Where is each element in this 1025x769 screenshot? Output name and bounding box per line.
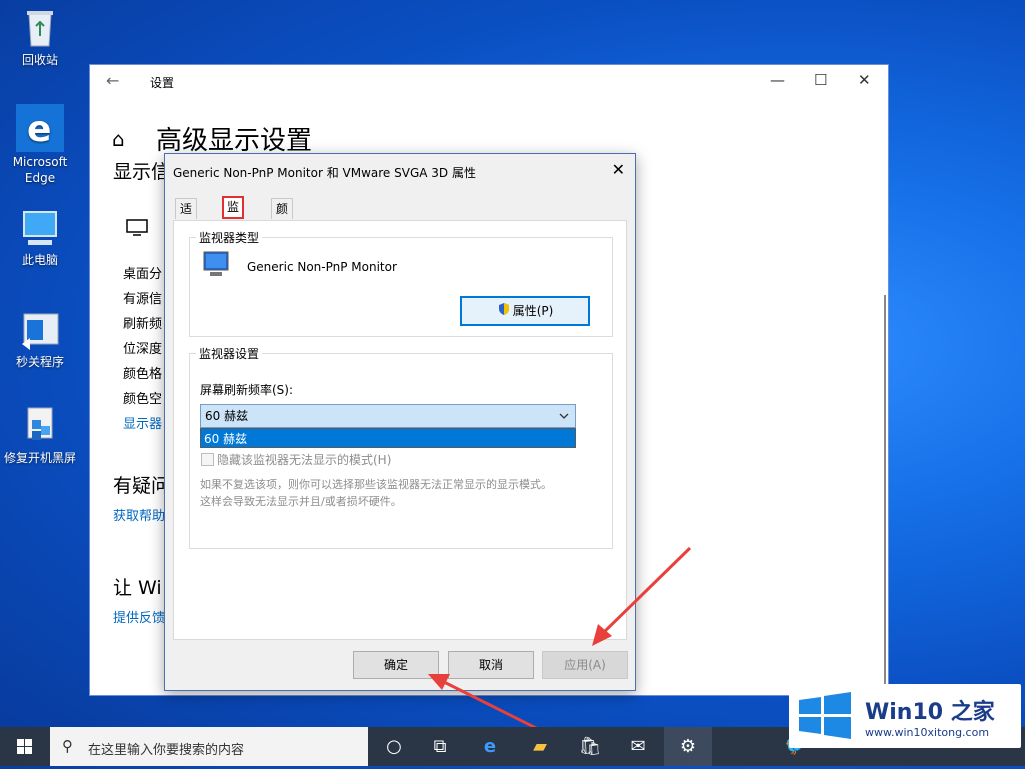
section-feedback: 让 Wi [113, 577, 162, 599]
search-placeholder: 在这里输入你要搜索的内容 [88, 743, 245, 758]
monitor-tab-panel: 监视器类型 Generic Non-PnP Monitor 属性(P) 监视器设… [173, 220, 627, 640]
refresh-rate-dropdown[interactable]: 60 赫兹 [200, 404, 576, 428]
info-item-color-format: 颜色格 [123, 367, 163, 382]
svg-text:e: e [27, 109, 51, 150]
taskbar-search-box[interactable]: ⚲ 在这里输入你要搜索的内容 [50, 727, 368, 766]
ok-button[interactable]: 确定 [353, 651, 439, 679]
program-window-icon [18, 308, 62, 352]
dialog-close-icon[interactable]: ✕ [612, 160, 625, 179]
section-display-info: 显示信 [113, 161, 171, 183]
info-item-color-space: 颜色空 [123, 392, 163, 407]
monitor-type-group: 监视器类型 Generic Non-PnP Monitor 属性(P) [189, 229, 613, 337]
windows-logo-icon [17, 739, 32, 754]
settings-window-title: 设置 [150, 76, 175, 90]
monitor-icon [126, 219, 150, 240]
tab-monitor[interactable]: 监视器 [222, 196, 245, 254]
refresh-rate-value: 60 赫兹 [205, 409, 249, 423]
edge-taskbar-icon[interactable]: e [466, 727, 514, 766]
store-icon[interactable]: 🛍 [566, 727, 614, 766]
hide-modes-checkbox[interactable] [201, 453, 214, 466]
info-item-refresh-rate: 刷新频 [123, 317, 163, 332]
watermark-url: www.win10xitong.com [865, 726, 990, 739]
close-icon[interactable]: ✕ [858, 71, 871, 89]
desktop-icon-label: 此电脑 [21, 253, 58, 267]
note-line-2: 这样会导致无法显示并且/或者损坏硬件。 [200, 495, 402, 508]
desktop-icon-repair-boot[interactable]: 修复开机黑屏 [0, 404, 80, 466]
monitor-properties-dialog: Generic Non-PnP Monitor 和 VMware SVGA 3D… [164, 153, 636, 691]
info-item-desktop-resolution: 桌面分 [123, 267, 163, 282]
monitor-name: Generic Non-PnP Monitor [247, 260, 397, 274]
windows-logo-watermark [795, 692, 855, 740]
computer-icon [18, 206, 62, 250]
tab-color-management[interactable]: 颜色管理 [271, 198, 294, 276]
give-feedback-link[interactable]: 提供反馈 [113, 607, 165, 626]
desktop-icon-label: 秒关程序 [15, 355, 64, 369]
dialog-title: Generic Non-PnP Monitor 和 VMware SVGA 3D… [173, 166, 476, 180]
cortana-icon[interactable]: ○ [370, 727, 418, 766]
monitor-display-icon [202, 250, 232, 283]
scrollbar[interactable] [884, 295, 886, 695]
info-item-active-signal: 有源信 [123, 292, 163, 307]
apply-button[interactable]: 应用(A) [542, 651, 628, 679]
desktop-icon-label: 回收站 [21, 53, 58, 67]
info-item-bit-depth: 位深度 [123, 342, 163, 357]
watermark: Win10 之家 www.win10xitong.com [789, 684, 1021, 748]
minimize-icon[interactable]: — [770, 71, 785, 89]
maximize-icon[interactable]: ☐ [814, 71, 827, 89]
uac-shield-icon [497, 299, 511, 325]
task-view-icon[interactable]: ⧉ [416, 727, 464, 766]
desktop-icon-label: 修复开机黑屏 [3, 451, 76, 465]
monitor-properties-button-label: 属性(P) [512, 304, 554, 318]
desktop-icon-label: Microsoft Edge [12, 155, 68, 185]
edge-icon: e [16, 104, 64, 152]
tab-adapter[interactable]: 适配器 [175, 198, 198, 256]
desktop-icon-edge[interactable]: e Microsoft Edge [0, 104, 80, 186]
settings-titlebar: ← 设置 — ☐ ✕ [90, 65, 888, 97]
home-icon[interactable]: ⌂ [112, 127, 125, 151]
page-title: 高级显示设置 [156, 126, 313, 156]
file-explorer-icon[interactable]: ▰ [516, 727, 564, 766]
start-button[interactable] [0, 727, 50, 766]
hide-modes-label: 隐藏该监视器无法显示的模式(H) [217, 453, 392, 467]
search-icon: ⚲ [62, 737, 73, 755]
mail-icon[interactable]: ✉ [614, 727, 662, 766]
get-help-link[interactable]: 获取帮助 [113, 505, 165, 524]
desktop-icon-close-program[interactable]: 秒关程序 [0, 308, 80, 370]
refresh-rate-label: 屏幕刷新频率(S): [200, 383, 294, 397]
monitor-properties-button[interactable]: 属性(P) [460, 296, 590, 326]
note-line-1: 如果不复选该项，则你可以选择那些该监视器无法正常显示的显示模式。 [200, 478, 552, 491]
recycle-bin-icon [18, 6, 62, 50]
back-arrow-icon[interactable]: ← [106, 71, 119, 90]
section-help: 有疑问 [113, 475, 171, 497]
cancel-button[interactable]: 取消 [448, 651, 534, 679]
monitor-type-label: 监视器类型 [196, 229, 263, 246]
desktop-icon-recycle-bin[interactable]: 回收站 [0, 6, 80, 68]
display-adapter-link[interactable]: 显示器 [123, 413, 162, 432]
refresh-rate-option[interactable]: 60 赫兹 [200, 428, 576, 448]
desktop-icon-this-pc[interactable]: 此电脑 [0, 206, 80, 268]
monitor-settings-label: 监视器设置 [196, 345, 263, 362]
cubes-icon [18, 404, 62, 448]
settings-gear-icon[interactable]: ⚙ [664, 727, 712, 766]
watermark-brand: Win10 之家 [865, 700, 995, 725]
